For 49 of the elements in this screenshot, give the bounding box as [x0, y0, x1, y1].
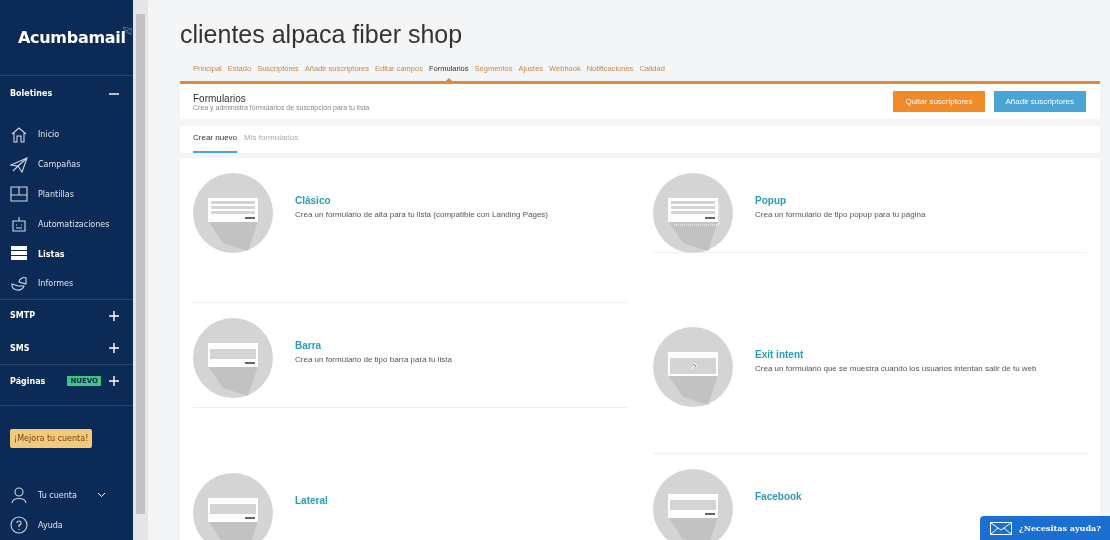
- form-type-icon: [653, 173, 733, 253]
- section-label[interactable]: SMTP: [10, 311, 109, 321]
- nav-item[interactable]: Automatizaciones: [0, 209, 133, 240]
- page-title: clientes alpaca fiber shop: [180, 20, 464, 49]
- form-type-icon: [193, 318, 273, 398]
- expand-icon[interactable]: [109, 343, 119, 354]
- form-type-description: Crea un formulario de tipo barra para tu lista: [295, 354, 452, 366]
- question-icon: [10, 516, 28, 535]
- expand-icon[interactable]: [109, 376, 119, 387]
- layout-icon: [10, 185, 28, 204]
- form-type-title[interactable]: Clásico: [295, 195, 549, 206]
- home-icon: [10, 125, 28, 144]
- envelope-icon: [990, 521, 1012, 535]
- nav-item[interactable]: Listas: [0, 239, 133, 269]
- section-label[interactable]: Boletines: [10, 89, 109, 99]
- upgrade-button[interactable]: ¡Mejora tu cuenta!: [10, 429, 93, 449]
- help-link[interactable]: Ayuda: [0, 510, 133, 540]
- subtab[interactable]: Mis formularios: [244, 126, 299, 153]
- form-type-title[interactable]: Popup: [755, 195, 926, 206]
- form-type-icon: [653, 327, 733, 407]
- chevron-down-icon: [96, 492, 106, 499]
- form-type-title[interactable]: Facebook: [755, 491, 802, 502]
- logo-text[interactable]: Acumbamail: [18, 27, 126, 47]
- help-chat-button[interactable]: ¿Necesitas ayuda?: [980, 516, 1110, 540]
- nav-item[interactable]: Inicio: [0, 119, 133, 150]
- list-icon: [10, 245, 28, 263]
- chart-icon: [10, 274, 28, 293]
- section-label[interactable]: Páginas: [10, 376, 68, 386]
- section-label[interactable]: SMS: [10, 343, 109, 353]
- form-type-description: Crea un formulario de alta para tu lista (compatible con Landing Pages): [295, 209, 549, 221]
- nav-item[interactable]: Campañas: [0, 149, 133, 180]
- plane-icon: [10, 155, 28, 174]
- subtab[interactable]: Crear nuevo: [193, 126, 238, 153]
- remove-subscribers-button[interactable]: Quitar suscriptores: [893, 91, 985, 112]
- form-type-description: Crea un formulario que se muestra cuando los usuarios intentan salir de tu web: [755, 363, 1037, 375]
- robot-icon: [10, 215, 28, 234]
- form-type-title[interactable]: Lateral: [295, 495, 328, 506]
- section-title: Formularios: [193, 92, 247, 104]
- form-type-title[interactable]: Barra: [295, 340, 452, 351]
- form-type-icon: [193, 173, 273, 253]
- scrollbar[interactable]: [133, 0, 148, 540]
- account-menu[interactable]: Tu cuenta: [0, 480, 133, 511]
- form-type-description: Crea un formulario de tipo popup para tu página: [755, 209, 926, 221]
- expand-icon[interactable]: [109, 310, 119, 321]
- nav-item[interactable]: Informes: [0, 268, 133, 299]
- nav-item[interactable]: Plantillas: [0, 179, 133, 210]
- add-subscribers-button[interactable]: Añadir suscriptores: [993, 91, 1086, 112]
- user-icon: [10, 486, 28, 505]
- form-type-title[interactable]: Exit intent: [755, 349, 1037, 360]
